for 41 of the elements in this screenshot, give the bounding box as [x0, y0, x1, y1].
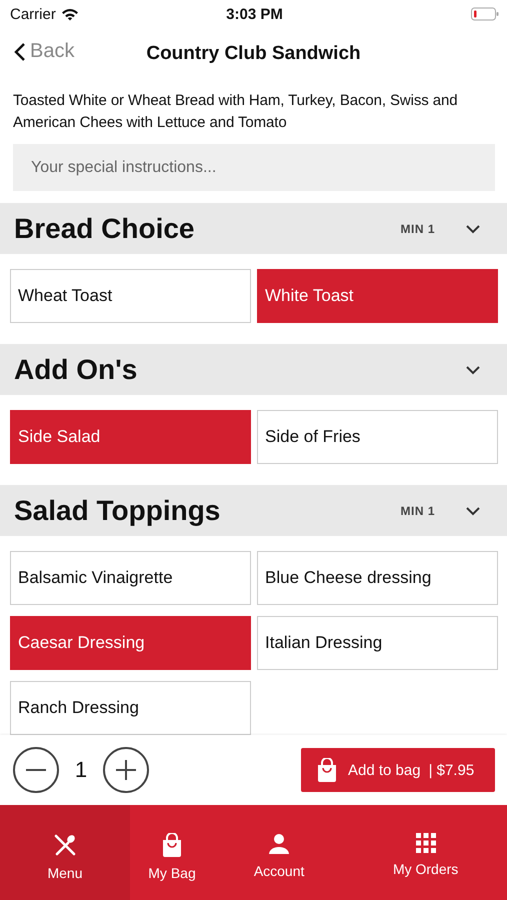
decrease-button[interactable]: [13, 747, 59, 793]
min-label: MIN 1: [400, 222, 435, 236]
option-button[interactable]: Blue Cheese dressing: [257, 550, 498, 605]
bag-icon: [316, 758, 338, 782]
option-button[interactable]: Ranch Dressing: [10, 680, 251, 735]
instructions-field[interactable]: Your special instructions...: [13, 144, 495, 192]
carrier-label: Carrier: [10, 6, 56, 22]
chevron-left-icon: [14, 42, 26, 62]
quantity-value: 1: [74, 757, 88, 783]
tab-item[interactable]: Menu: [0, 805, 130, 900]
person-icon: [268, 833, 290, 855]
wifi-icon: [60, 8, 79, 20]
option-button[interactable]: Side of Fries: [257, 410, 498, 464]
bag-icon: [161, 833, 183, 857]
section-title: Add On's: [14, 354, 138, 386]
item-description: Toasted White or Wheat Bread with Ham, Turkey, Bacon, Swiss and American Chees with Lettuce and Tomato: [13, 91, 458, 133]
battery-icon: [470, 7, 499, 21]
increase-button[interactable]: [103, 747, 149, 793]
minus-icon: [26, 769, 46, 771]
tab-item[interactable]: My Bag: [130, 805, 214, 900]
section-header[interactable]: Add On's: [0, 344, 507, 396]
back-button[interactable]: Back: [14, 40, 74, 63]
option-button[interactable]: White Toast: [257, 269, 498, 324]
fork-spoon-icon: [53, 833, 77, 857]
option-button[interactable]: Wheat Toast: [10, 269, 251, 324]
option-button[interactable]: Italian Dressing: [257, 616, 498, 670]
option-button[interactable]: Balsamic Vinaigrette: [10, 550, 251, 605]
section-title: Salad Toppings: [14, 494, 222, 527]
add-to-bag-button[interactable]: Add to bag | $7.95: [301, 748, 495, 792]
page-title: Country Club Sandwich: [146, 43, 361, 65]
grid-icon: [416, 833, 436, 853]
option-button[interactable]: Side Salad: [10, 410, 251, 464]
tab-item[interactable]: Account: [214, 805, 344, 900]
status-time: 3:03 PM: [226, 6, 283, 22]
option-button[interactable]: Caesar Dressing: [10, 616, 251, 670]
plus-icon: [116, 760, 136, 780]
section-title: Bread Choice: [14, 212, 196, 245]
section-header[interactable]: Bread Choice MIN 1: [0, 203, 507, 254]
tab-item[interactable]: My Orders: [344, 805, 507, 900]
section-header[interactable]: Salad Toppings MIN 1: [0, 485, 507, 536]
min-label: MIN 1: [400, 504, 435, 518]
